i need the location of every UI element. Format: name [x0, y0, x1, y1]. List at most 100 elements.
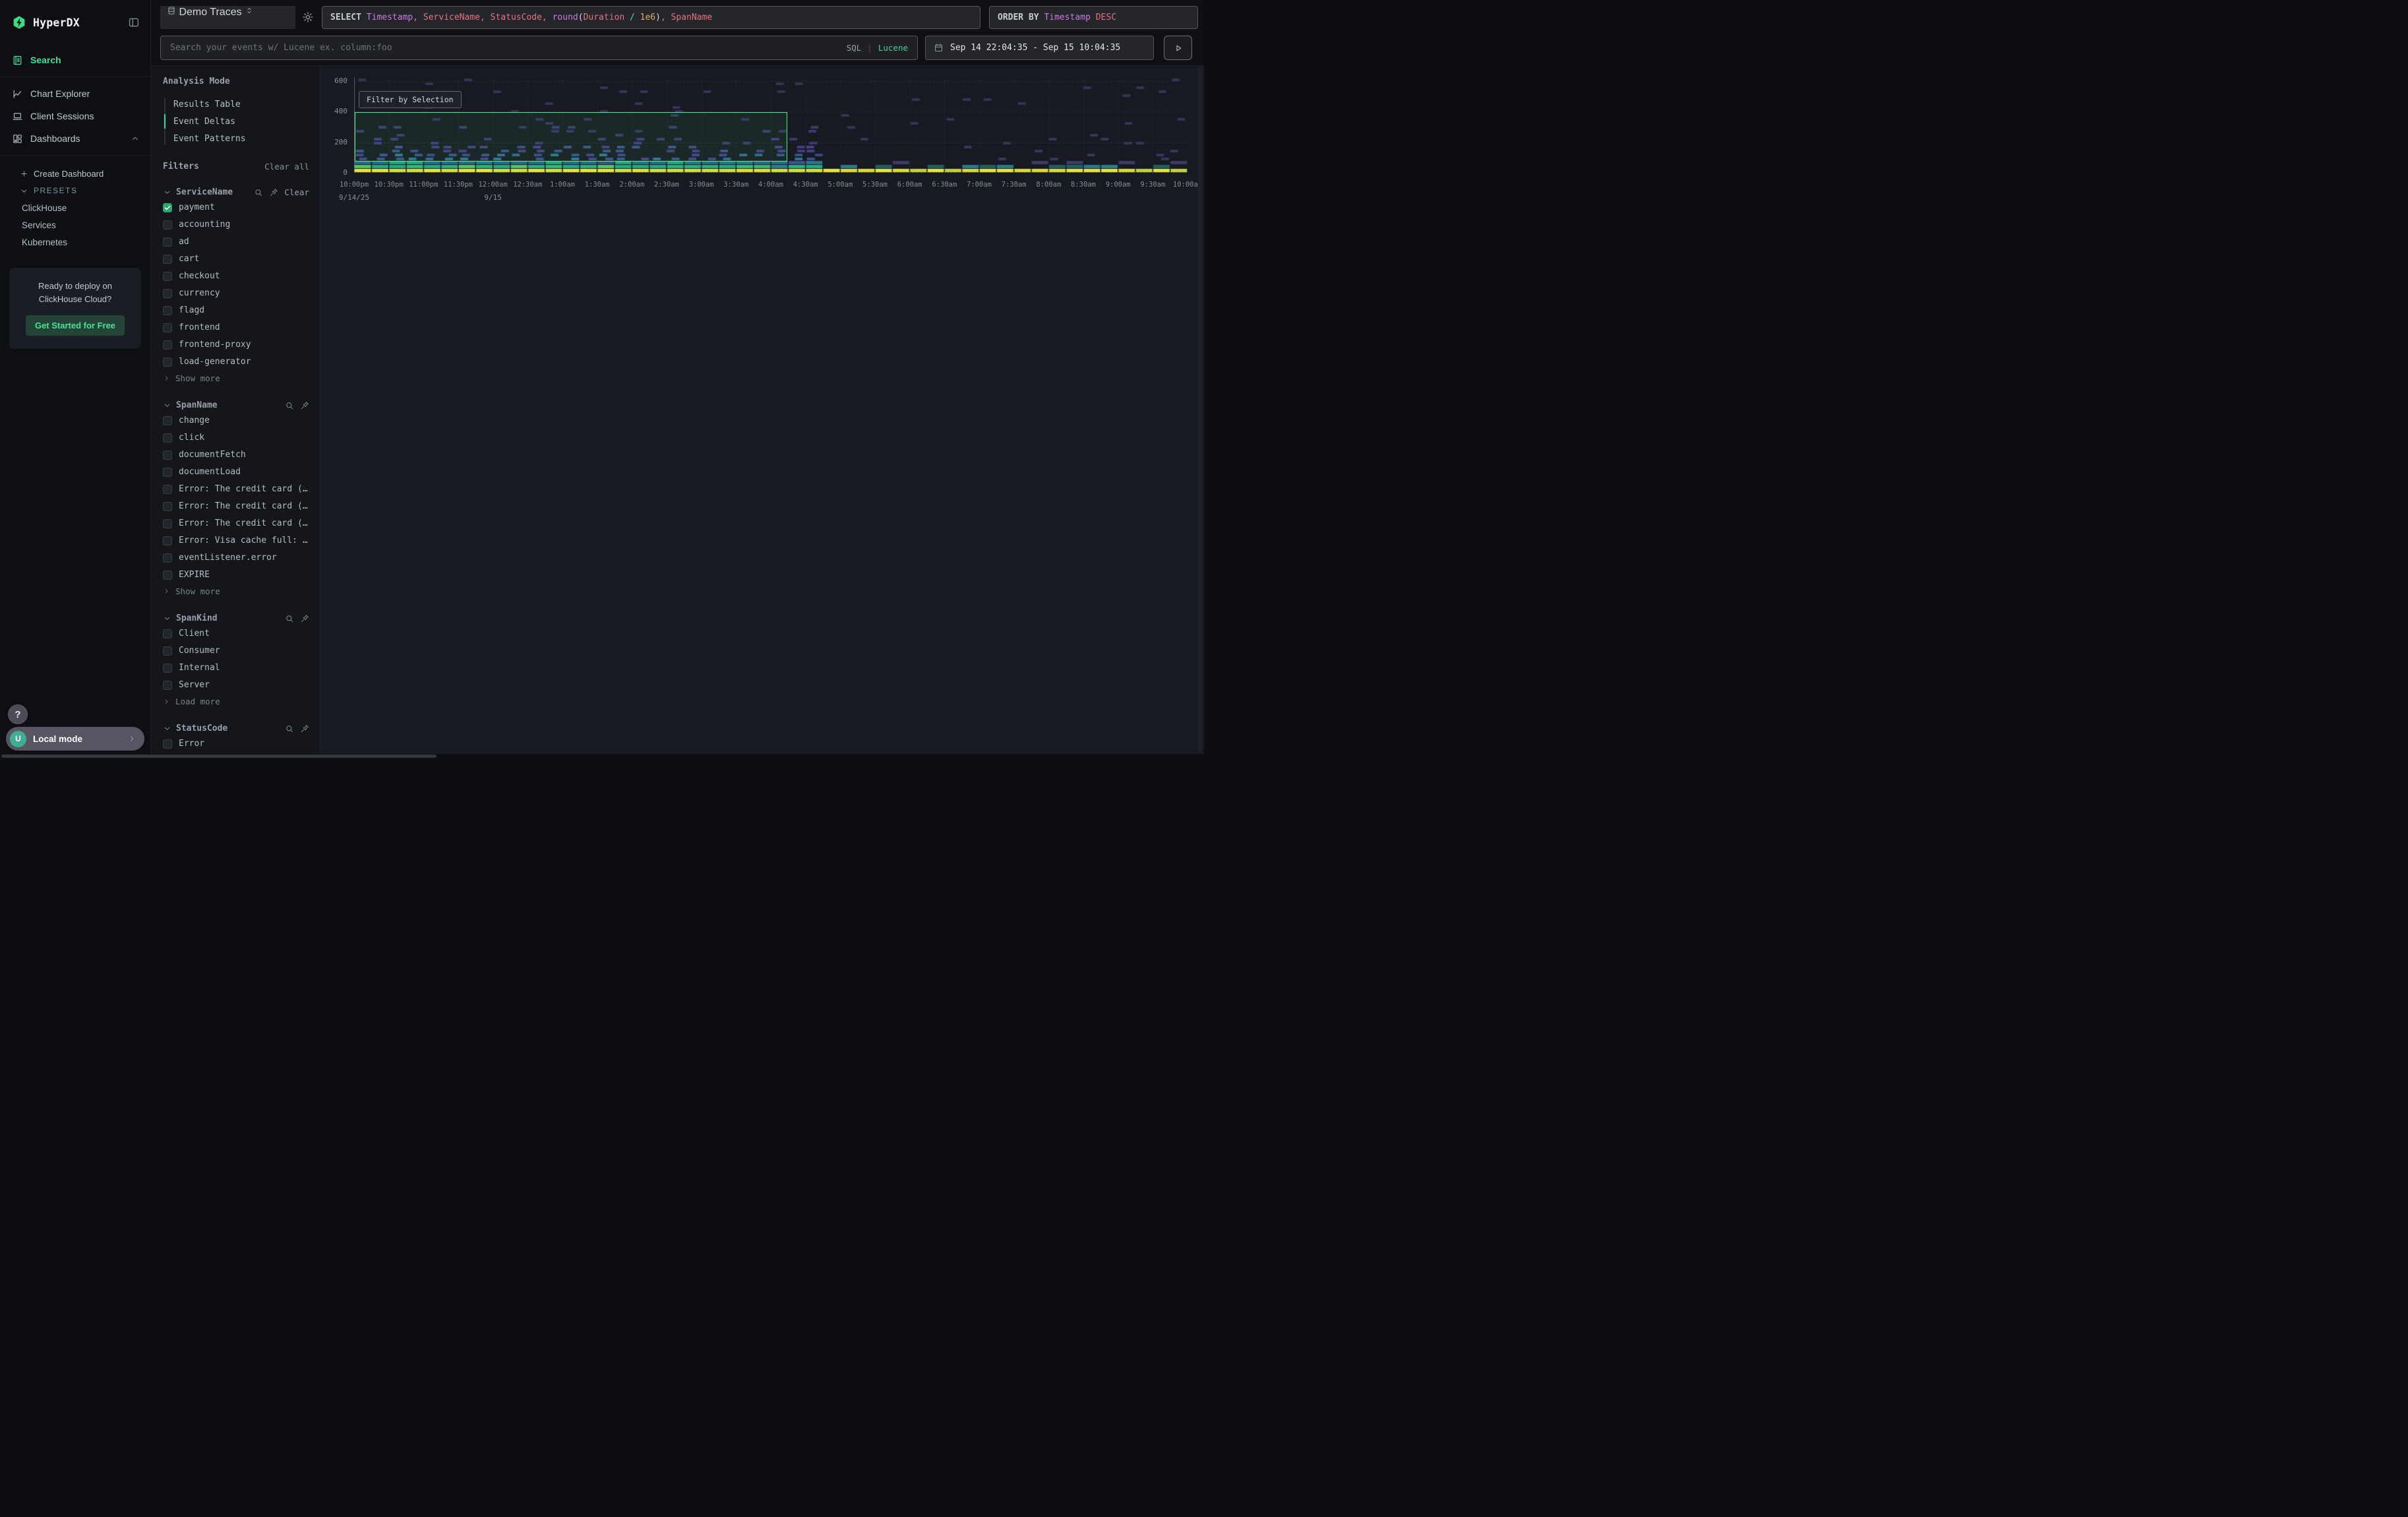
vertical-scrollbar[interactable] [1198, 67, 1202, 751]
checkbox[interactable] [163, 323, 172, 332]
checkbox[interactable] [163, 220, 172, 230]
gear-icon[interactable] [302, 11, 314, 23]
chart-selection-region[interactable] [355, 112, 787, 161]
filter-option[interactable]: currency [163, 286, 309, 300]
preset-clickhouse[interactable]: ClickHouse [0, 199, 150, 216]
checkbox[interactable] [163, 255, 172, 264]
checkbox[interactable] [163, 340, 172, 350]
scrollbar-thumb[interactable] [1, 755, 436, 758]
clear-filter-button[interactable]: Clear [284, 187, 309, 197]
help-button[interactable]: ? [8, 704, 28, 724]
filter-option[interactable]: eventListener.error [163, 551, 309, 565]
search-icon[interactable] [285, 614, 294, 623]
checkbox[interactable] [163, 681, 172, 690]
filter-option[interactable]: EXPIRE [163, 568, 309, 582]
show-more-button[interactable]: Show more [163, 371, 309, 385]
checkbox[interactable] [163, 629, 172, 638]
search-icon[interactable] [285, 724, 294, 733]
filter-option[interactable]: Client [163, 627, 309, 640]
heatmap-plot[interactable] [354, 77, 1188, 173]
search-icon[interactable] [254, 188, 263, 197]
pin-icon[interactable] [300, 614, 309, 623]
horizontal-scrollbar[interactable] [0, 754, 1204, 758]
preset-kubernetes[interactable]: Kubernetes [0, 233, 150, 251]
analysis-mode-event-patterns[interactable]: Event Patterns [173, 130, 309, 147]
checkbox[interactable] [163, 433, 172, 443]
sidebar-item-chart-explorer[interactable]: Chart Explorer [0, 82, 150, 105]
filter-option[interactable]: flagd [163, 303, 309, 317]
show-more-button[interactable]: Show more [163, 584, 309, 598]
chevron-down-icon[interactable] [163, 724, 171, 733]
filter-option[interactable]: ad [163, 235, 309, 249]
checkbox[interactable] [163, 553, 172, 563]
local-mode-button[interactable]: U Local mode [6, 727, 144, 751]
checkbox[interactable] [163, 739, 172, 749]
checkbox[interactable] [163, 646, 172, 656]
filter-option[interactable]: change [163, 414, 309, 427]
checkbox[interactable] [163, 357, 172, 367]
analysis-mode-event-deltas[interactable]: Event Deltas [173, 113, 309, 130]
filter-option[interactable]: payment [163, 201, 309, 214]
filter-option[interactable]: cart [163, 252, 309, 266]
create-dashboard-button[interactable]: Create Dashboard [0, 165, 150, 182]
preset-services[interactable]: Services [0, 216, 150, 233]
checkbox[interactable] [163, 571, 172, 580]
filter-option[interactable]: click [163, 431, 309, 445]
sql-toggle[interactable]: SQL [847, 43, 862, 53]
checkbox[interactable] [163, 502, 172, 511]
filter-option[interactable]: Error: Visa cache full: … [163, 534, 309, 547]
filter-option[interactable]: frontend-proxy [163, 338, 309, 352]
source-select[interactable]: Demo Traces [160, 6, 295, 29]
filter-option[interactable]: accounting [163, 218, 309, 232]
filter-option[interactable]: Error: The credit card (… [163, 516, 309, 530]
hyperdx-app: HyperDX Search Chart Explorer Client Ses… [0, 0, 1204, 758]
sidebar-item-client-sessions[interactable]: Client Sessions [0, 105, 150, 127]
select-query-input[interactable]: SELECT Timestamp, ServiceName, StatusCod… [322, 6, 980, 29]
checkbox[interactable] [163, 468, 172, 477]
sidebar-item-search[interactable]: Search [0, 49, 150, 71]
search-icon[interactable] [285, 401, 294, 410]
lucene-toggle[interactable]: Lucene [878, 43, 908, 53]
pin-icon[interactable] [269, 188, 278, 197]
chevron-up-icon[interactable] [131, 134, 140, 143]
chevron-down-icon[interactable] [163, 188, 171, 197]
analysis-mode-results-table[interactable]: Results Table [173, 96, 309, 113]
order-by-input[interactable]: ORDER BY Timestamp DESC [989, 6, 1198, 29]
run-query-button[interactable] [1164, 36, 1192, 60]
checkbox[interactable] [163, 536, 172, 545]
load-more-button[interactable]: Load more [163, 695, 309, 708]
clear-all-button[interactable]: Clear all [264, 162, 309, 171]
sidebar-item-dashboards[interactable]: Dashboards [0, 127, 150, 150]
time-range-picker[interactable]: Sep 14 22:04:35 - Sep 15 10:04:35 [925, 36, 1154, 60]
checkbox[interactable] [163, 306, 172, 315]
search-input[interactable] [161, 43, 847, 53]
checkbox[interactable] [163, 237, 172, 247]
filter-option[interactable]: load-generator [163, 355, 309, 369]
filter-option[interactable]: Error: The credit card (… [163, 499, 309, 513]
chevron-down-icon[interactable] [163, 401, 171, 410]
checkbox[interactable] [163, 485, 172, 494]
checkbox[interactable] [163, 450, 172, 460]
checkbox[interactable] [163, 664, 172, 673]
filter-option[interactable]: frontend [163, 321, 309, 334]
checkbox[interactable] [163, 272, 172, 281]
checkbox[interactable] [163, 416, 172, 425]
filter-option[interactable]: checkout [163, 269, 309, 283]
filter-option[interactable]: Internal [163, 661, 309, 675]
filter-option[interactable]: documentFetch [163, 448, 309, 462]
filter-option[interactable]: Consumer [163, 644, 309, 658]
filter-option[interactable]: documentLoad [163, 465, 309, 479]
filter-option[interactable]: Error [163, 737, 309, 751]
chevron-down-icon[interactable] [163, 614, 171, 623]
presets-toggle[interactable]: PRESETS [0, 182, 150, 199]
filter-option[interactable]: Error: The credit card (… [163, 482, 309, 496]
filter-by-selection-button[interactable]: Filter by Selection [359, 91, 462, 108]
filter-option[interactable]: Server [163, 678, 309, 692]
checkbox[interactable] [163, 203, 172, 212]
pin-icon[interactable] [300, 401, 309, 410]
collapse-sidebar-icon[interactable] [128, 16, 140, 28]
get-started-button[interactable]: Get Started for Free [26, 315, 125, 336]
checkbox[interactable] [163, 519, 172, 528]
pin-icon[interactable] [300, 724, 309, 733]
checkbox[interactable] [163, 289, 172, 298]
